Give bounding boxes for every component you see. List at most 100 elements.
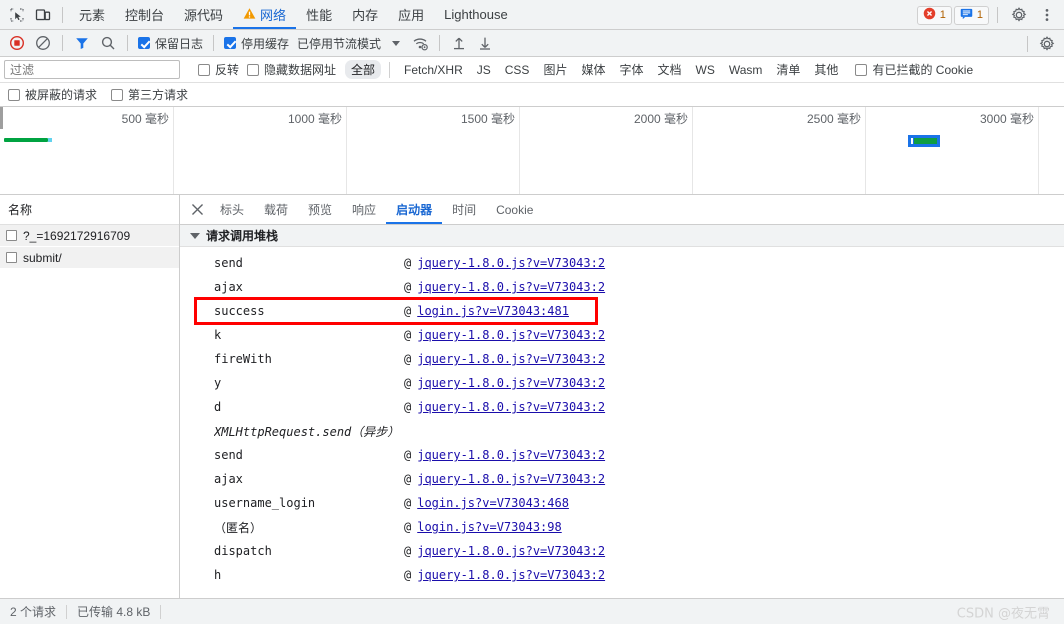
tab-headers-label: 标头 [220,203,245,217]
inspect-element-icon[interactable] [4,2,30,28]
call-stack-row-11[interactable]: （匿名） @ login.js?v=V73043:98 [180,515,1064,539]
call-stack-source-link[interactable]: jquery-1.8.0.js?v=V73043:2 [417,280,605,294]
filter-type-img[interactable]: 图片 [537,60,573,79]
filter-type-ws[interactable]: WS [690,62,721,78]
message-count-badge[interactable]: 1 [953,5,989,25]
tab-payload[interactable]: 载荷 [254,195,298,224]
close-icon[interactable] [184,197,210,223]
gear-icon[interactable] [1006,2,1032,28]
filter-type-all[interactable]: 全部 [345,60,382,79]
blocked-cookies-checkbox[interactable]: 有已拦截的 Cookie [851,61,977,78]
request-list-header[interactable]: 名称 [0,195,179,225]
call-stack-row-4[interactable]: fireWith @ jquery-1.8.0.js?v=V73043:2 [180,347,1064,371]
overview-request-bar-1[interactable] [4,138,52,142]
call-stack-row-9[interactable]: ajax @ jquery-1.8.0.js?v=V73043:2 [180,467,1064,491]
third-party-requests-checkbox[interactable]: 第三方请求 [111,86,188,103]
blocked-requests-checkbox[interactable]: 被屏蔽的请求 [8,86,97,103]
network-toolbar-right [1021,30,1060,57]
call-stack-source-link[interactable]: jquery-1.8.0.js?v=V73043:2 [417,400,605,414]
kebab-menu-icon[interactable] [1034,2,1060,28]
call-stack-source-link[interactable]: jquery-1.8.0.js?v=V73043:2 [417,376,605,390]
tab-memory[interactable]: 内存 [342,0,388,29]
net-divider-1 [62,35,63,51]
filter-type-wasm[interactable]: Wasm [723,62,769,78]
tab-sources[interactable]: 源代码 [174,0,233,29]
call-stack-source-link[interactable]: login.js?v=V73043:98 [417,520,562,534]
clear-no-entry-icon[interactable] [30,30,56,56]
invert-filter-box [198,63,210,76]
filter-type-manifest[interactable]: 清单 [770,60,806,79]
call-stack-source-link[interactable]: login.js?v=V73043:481 [417,304,569,318]
request-row-1[interactable]: submit/ [0,247,179,269]
overview-request-bar-2-selected[interactable] [908,135,940,147]
record-stop-icon[interactable] [4,30,30,56]
request-row-checkbox[interactable] [6,230,17,241]
call-stack-row-5[interactable]: y @ jquery-1.8.0.js?v=V73043:2 [180,371,1064,395]
filter-type-js[interactable]: JS [471,62,497,78]
toolbar-divider [62,6,63,23]
funnel-filter-icon[interactable] [69,30,95,56]
filter-type-css[interactable]: CSS [499,62,536,78]
tab-console[interactable]: 控制台 [115,0,174,29]
request-row-checkbox[interactable] [6,252,17,263]
filter-type-fetch-xhr[interactable]: Fetch/XHR [398,62,469,78]
throttling-select-label[interactable]: 已停用节流模式 [293,35,385,52]
call-stack-source-link[interactable]: jquery-1.8.0.js?v=V73043:2 [417,568,605,582]
tab-network[interactable]: 网络 [233,0,296,29]
search-icon[interactable] [95,30,121,56]
filter-type-media[interactable]: 媒体 [575,60,611,79]
tab-timing[interactable]: 时间 [442,195,486,224]
device-toolbar-icon[interactable] [30,2,56,28]
call-stack-source-link[interactable]: jquery-1.8.0.js?v=V73043:2 [417,448,605,462]
call-stack-row-0[interactable]: send @ jquery-1.8.0.js?v=V73043:2 [180,251,1064,275]
filter-input[interactable] [4,60,180,79]
call-stack-row-1[interactable]: ajax @ jquery-1.8.0.js?v=V73043:2 [180,275,1064,299]
error-count-badge[interactable]: 1 [916,5,952,25]
devtools-window: 元素 控制台 源代码 网络 性能 内存 应用 Lighthouse 1 1 保留… [0,0,1064,624]
overview-left-grip[interactable] [0,107,3,129]
invert-filter-checkbox[interactable]: 反转 [194,61,243,78]
request-row-0[interactable]: ?_=1692172916709 [0,225,179,247]
tab-cookies[interactable]: Cookie [486,195,543,224]
tab-preview[interactable]: 预览 [298,195,342,224]
preserve-log-checkbox[interactable]: 保留日志 [134,35,207,52]
filter-type-font[interactable]: 字体 [613,60,649,79]
call-stack-source-link[interactable]: jquery-1.8.0.js?v=V73043:2 [417,352,605,366]
call-stack-source-link[interactable]: jquery-1.8.0.js?v=V73043:2 [417,472,605,486]
import-har-icon[interactable] [446,30,472,56]
network-settings-gear-icon[interactable] [1034,31,1060,57]
filter-type-doc[interactable]: 文档 [651,60,687,79]
request-call-stack-section-header[interactable]: 请求调用堆栈 [180,225,1064,247]
net-divider-3 [213,35,215,51]
tab-application[interactable]: 应用 [388,0,434,29]
tab-lighthouse[interactable]: Lighthouse [434,0,518,29]
call-stack-row-12[interactable]: dispatch @ jquery-1.8.0.js?v=V73043:2 [180,539,1064,563]
call-stack-row-3[interactable]: k @ jquery-1.8.0.js?v=V73043:2 [180,323,1064,347]
call-stack-row-10[interactable]: username_login @ login.js?v=V73043:468 [180,491,1064,515]
call-stack-source-link[interactable]: jquery-1.8.0.js?v=V73043:2 [417,256,605,270]
call-stack-row-6[interactable]: d @ jquery-1.8.0.js?v=V73043:2 [180,395,1064,419]
network-overview-timeline[interactable]: 500 毫秒 1000 毫秒 1500 毫秒 2000 毫秒 2500 毫秒 3… [0,107,1064,195]
call-stack-source-link[interactable]: jquery-1.8.0.js?v=V73043:2 [417,544,605,558]
hide-data-urls-checkbox[interactable]: 隐藏数据网址 [243,61,340,78]
network-conditions-icon[interactable] [407,30,433,56]
call-stack-function: send [214,256,243,270]
tab-performance[interactable]: 性能 [296,0,342,29]
tab-headers[interactable]: 标头 [210,195,254,224]
overview-tick-2000ms: 2000 毫秒 [633,112,688,126]
filter-divider [389,61,391,78]
chevron-down-icon[interactable] [392,40,401,46]
filter-type-other[interactable]: 其他 [808,60,844,79]
column-header-name: 名称 [8,203,33,217]
call-stack-row-8[interactable]: send @ jquery-1.8.0.js?v=V73043:2 [180,443,1064,467]
call-stack-row-2-highlighted[interactable]: success @ login.js?v=V73043:481 [194,297,598,325]
export-har-icon[interactable] [472,30,498,56]
tab-initiator[interactable]: 启动器 [386,195,442,224]
tab-response[interactable]: 响应 [342,195,386,224]
tab-elements[interactable]: 元素 [69,0,115,29]
call-stack-source-link[interactable]: login.js?v=V73043:468 [417,496,569,510]
call-stack-row-13[interactable]: h @ jquery-1.8.0.js?v=V73043:2 [180,563,1064,587]
overview-gridline [173,107,174,194]
disable-cache-checkbox[interactable]: 停用缓存 [220,35,293,52]
call-stack-source-link[interactable]: jquery-1.8.0.js?v=V73043:2 [417,328,605,342]
